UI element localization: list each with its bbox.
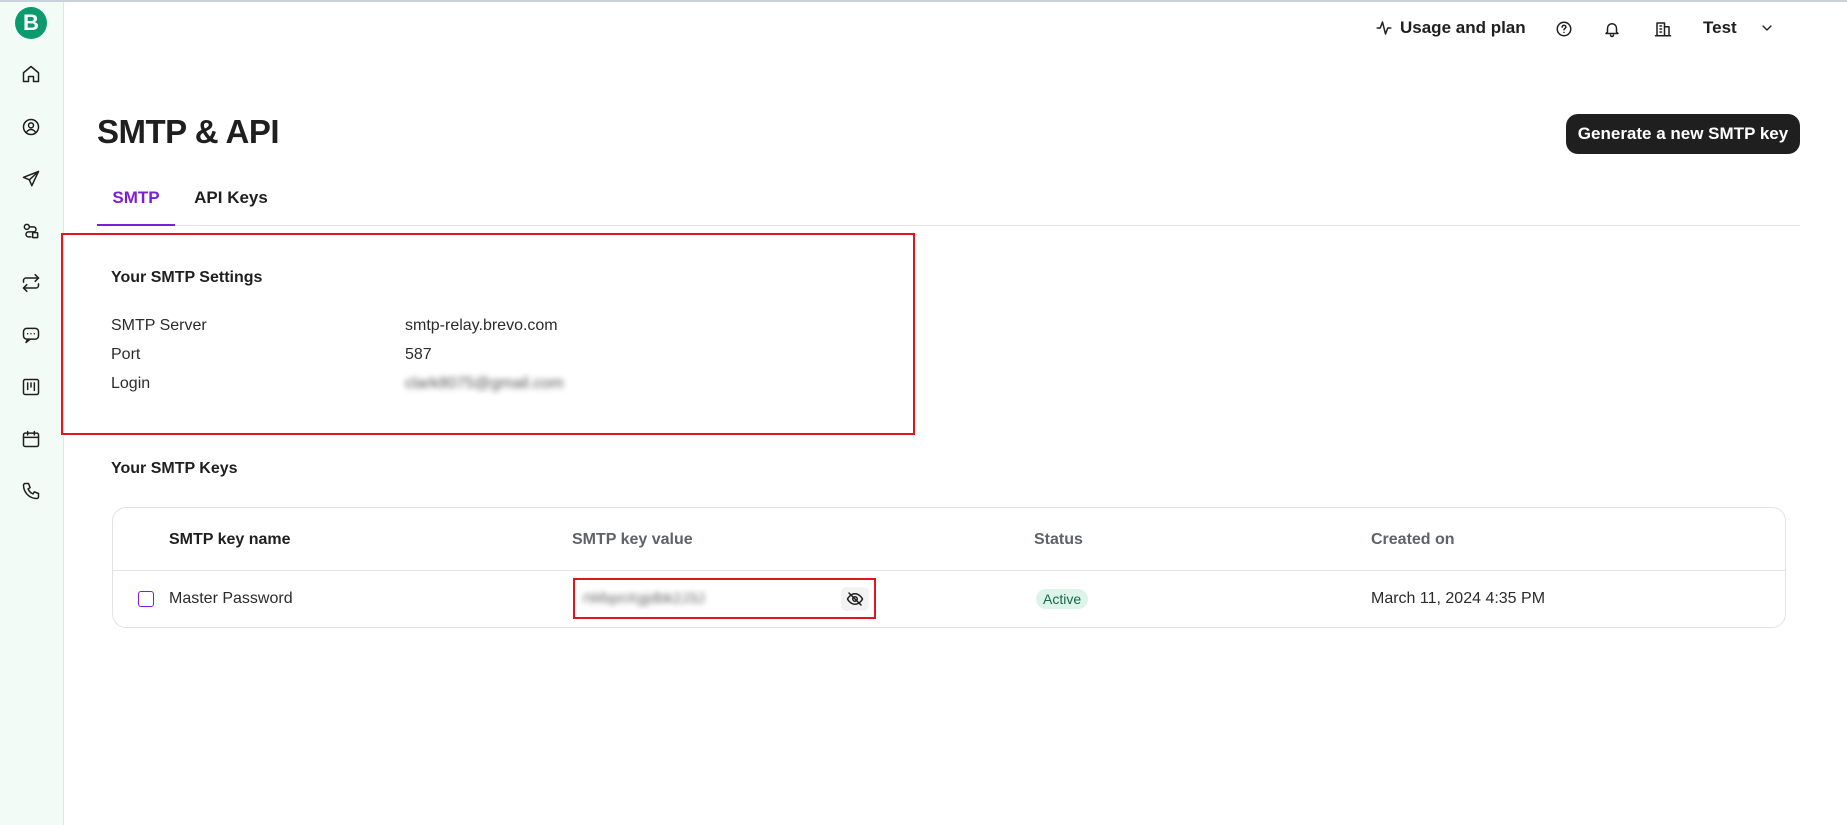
column-header-key-name: SMTP key name	[169, 531, 291, 548]
hide-key-toggle[interactable]	[841, 587, 869, 611]
usage-and-plan-link[interactable]: Usage and plan	[1375, 18, 1526, 38]
chevron-down-icon	[1759, 20, 1775, 36]
key-name-cell: Master Password	[169, 590, 293, 607]
smtp-server-label: SMTP Server	[111, 317, 207, 334]
meetings-icon[interactable]	[20, 428, 42, 450]
generate-smtp-key-button[interactable]: Generate a new SMTP key	[1566, 114, 1800, 154]
smtp-server-value: smtp-relay.brevo.com	[405, 317, 558, 334]
port-label: Port	[111, 346, 141, 363]
port-value: 587	[405, 346, 432, 363]
tab-smtp[interactable]: SMTP	[97, 180, 175, 226]
column-header-key-value: SMTP key value	[572, 531, 693, 548]
page-title: SMTP & API	[97, 113, 280, 150]
conversations-icon[interactable]	[20, 324, 42, 346]
phone-icon[interactable]	[20, 480, 42, 502]
tab-bar: SMTP API Keys	[97, 180, 1800, 226]
sidebar: B	[0, 2, 64, 825]
created-on-cell: March 11, 2024 4:35 PM	[1371, 590, 1546, 607]
row-select-checkbox[interactable]	[138, 591, 154, 607]
account-menu[interactable]: Test	[1703, 18, 1775, 38]
key-value-cell: rWbpnXgjdbk2J3J	[583, 590, 705, 607]
transactional-icon[interactable]	[20, 272, 42, 294]
window-top-border	[0, 0, 1847, 2]
deals-icon[interactable]	[20, 376, 42, 398]
home-icon[interactable]	[20, 63, 42, 85]
eye-off-icon	[846, 590, 864, 608]
login-label: Login	[111, 375, 151, 392]
tab-api-keys[interactable]: API Keys	[191, 180, 271, 226]
account-name: Test	[1703, 18, 1737, 37]
smtp-keys-table	[112, 507, 1786, 628]
bell-icon[interactable]	[1603, 20, 1623, 40]
smtp-keys-title: Your SMTP Keys	[111, 460, 238, 477]
column-header-created-on: Created on	[1371, 531, 1455, 548]
usage-and-plan-label: Usage and plan	[1400, 18, 1526, 37]
automations-icon[interactable]	[20, 220, 42, 242]
login-value: clark8075@gmail.com	[405, 375, 564, 392]
column-header-status: Status	[1034, 531, 1083, 548]
contacts-icon[interactable]	[20, 116, 42, 138]
campaigns-icon[interactable]	[20, 168, 42, 190]
activity-icon	[1375, 19, 1400, 37]
status-badge: Active	[1036, 589, 1089, 609]
brevo-logo[interactable]: B	[15, 7, 47, 39]
building-icon[interactable]	[1654, 20, 1674, 40]
table-header-divider	[113, 570, 1785, 571]
smtp-settings-title: Your SMTP Settings	[111, 269, 263, 286]
help-icon[interactable]	[1555, 20, 1575, 40]
